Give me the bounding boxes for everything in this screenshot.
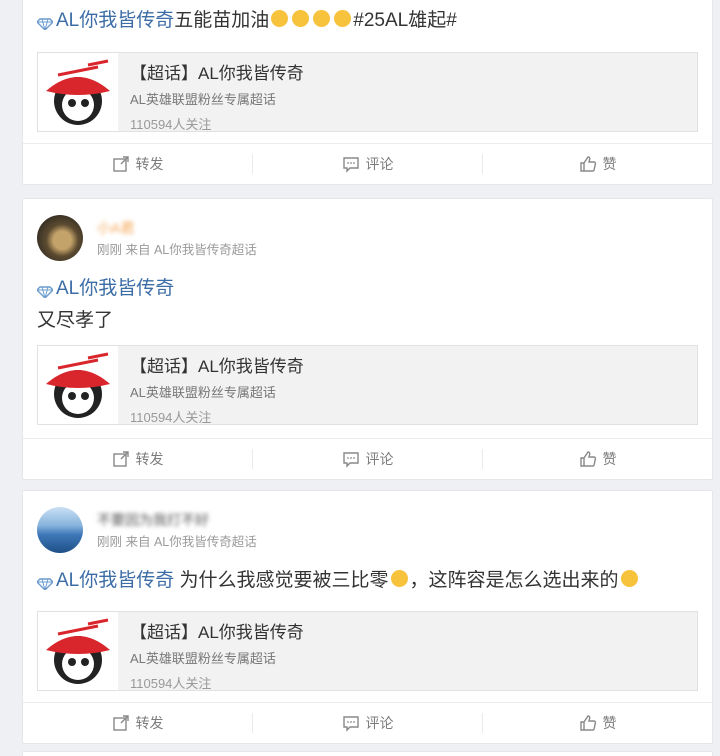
hashtag-link[interactable]: #25AL雄起# — [353, 10, 457, 31]
post-card — [22, 751, 713, 756]
post-body: AL你我皆传奇五能苗加油 #25AL雄起# 【超话】AL你我皆传奇 AL英雄联盟… — [23, 9, 712, 132]
panda-logo-icon — [46, 352, 110, 418]
panda-logo-icon — [46, 618, 110, 684]
post-text-content: 又尽孝了 — [37, 310, 114, 331]
like-label: 赞 — [602, 156, 617, 172]
post-text: AL你我皆传奇 又尽孝了 — [36, 277, 698, 333]
super-topic-fans: 110594人关注 — [130, 676, 212, 691]
comment-button[interactable]: 评论 — [253, 154, 483, 174]
comment-label: 评论 — [365, 451, 394, 467]
user-meta: 不要因为我打不好 刚刚 来自 AL你我皆传奇超话 — [97, 511, 257, 550]
super-topic-info: 【超话】AL你我皆传奇 AL英雄联盟粉丝专属超话 110594人关注 — [130, 622, 304, 692]
comment-button[interactable]: 评论 — [253, 713, 483, 733]
super-topic-card[interactable]: 【超话】AL你我皆传奇 AL英雄联盟粉丝专属超话 110594人关注 — [37, 611, 698, 691]
super-topic-logo — [38, 53, 118, 131]
comment-icon — [342, 716, 359, 732]
comment-label: 评论 — [365, 156, 394, 172]
super-topic-desc: AL英雄联盟粉丝专属超话 — [130, 92, 276, 107]
gem-icon — [36, 573, 54, 591]
super-topic-info: 【超话】AL你我皆传奇 AL英雄联盟粉丝专属超话 110594人关注 — [130, 356, 304, 426]
crying-emoji-icon — [334, 10, 352, 28]
repost-button[interactable]: 转发 — [23, 154, 253, 174]
post-text: AL你我皆传奇五能苗加油 #25AL雄起# — [36, 9, 698, 33]
post-body: 小A君 刚刚 来自 AL你我皆传奇超话 AL你我皆传奇 又尽孝了 【超话】AL你… — [23, 199, 712, 425]
super-topic-logo — [38, 612, 118, 690]
post-text: AL你我皆传奇 为什么我感觉要被三比零 ，这阵容是怎么选出来的 — [36, 569, 698, 593]
user-name[interactable]: 不要因为我打不好 — [97, 511, 257, 529]
topic-link[interactable]: AL你我皆传奇 — [56, 278, 174, 299]
thumbs-up-icon — [579, 715, 596, 731]
super-topic-title: 【超话】AL你我皆传奇 — [130, 623, 304, 642]
awkward-emoji-icon — [620, 570, 638, 588]
super-topic-desc: AL英雄联盟粉丝专属超话 — [130, 385, 276, 400]
comment-label: 评论 — [365, 715, 394, 731]
topic-link[interactable]: AL你我皆传奇 — [56, 10, 174, 31]
repost-icon — [112, 156, 129, 172]
post-card: 小A君 刚刚 来自 AL你我皆传奇超话 AL你我皆传奇 又尽孝了 【超话】AL你… — [22, 198, 713, 480]
repost-button[interactable]: 转发 — [23, 713, 253, 733]
post-body: 不要因为我打不好 刚刚 来自 AL你我皆传奇超话 AL你我皆传奇 为什么我感觉要… — [23, 491, 712, 691]
post-text-content: ，这阵容是怎么选出来的 — [409, 570, 619, 591]
crying-emoji-icon — [292, 10, 310, 28]
repost-icon — [112, 451, 129, 467]
super-topic-title: 【超话】AL你我皆传奇 — [130, 64, 304, 83]
action-bar: 转发 评论 赞 — [23, 702, 712, 743]
super-topic-fans: 110594人关注 — [130, 117, 212, 132]
super-topic-fans: 110594人关注 — [130, 410, 212, 425]
action-bar: 转发 评论 赞 — [23, 438, 712, 479]
avatar[interactable] — [37, 215, 83, 261]
thumbs-up-icon — [579, 451, 596, 467]
gem-icon — [36, 281, 54, 299]
avatar[interactable] — [37, 507, 83, 553]
user-name[interactable]: 小A君 — [97, 219, 257, 237]
panda-logo-icon — [46, 59, 110, 125]
post-card: AL你我皆传奇五能苗加油 #25AL雄起# 【超话】AL你我皆传奇 AL英雄联盟… — [22, 0, 713, 185]
comment-icon — [342, 452, 359, 468]
awkward-emoji-icon — [390, 570, 408, 588]
thumbs-up-icon — [579, 156, 596, 172]
like-label: 赞 — [602, 715, 617, 731]
repost-label: 转发 — [135, 715, 164, 731]
action-bar: 转发 评论 赞 — [23, 143, 712, 184]
gem-icon — [36, 13, 54, 31]
crying-emoji-icon — [313, 10, 331, 28]
like-button[interactable]: 赞 — [483, 449, 712, 469]
repost-button[interactable]: 转发 — [23, 449, 253, 469]
like-button[interactable]: 赞 — [483, 713, 712, 733]
feed: AL你我皆传奇五能苗加油 #25AL雄起# 【超话】AL你我皆传奇 AL英雄联盟… — [0, 0, 720, 756]
crying-emoji-icon — [271, 10, 289, 28]
super-topic-card[interactable]: 【超话】AL你我皆传奇 AL英雄联盟粉丝专属超话 110594人关注 — [37, 345, 698, 425]
super-topic-title: 【超话】AL你我皆传奇 — [130, 357, 304, 376]
comment-button[interactable]: 评论 — [253, 449, 483, 469]
like-label: 赞 — [602, 451, 617, 467]
post-user: 小A君 刚刚 来自 AL你我皆传奇超话 — [37, 199, 698, 263]
super-topic-desc: AL英雄联盟粉丝专属超话 — [130, 651, 276, 666]
post-card: 不要因为我打不好 刚刚 来自 AL你我皆传奇超话 AL你我皆传奇 为什么我感觉要… — [22, 490, 713, 744]
super-topic-card[interactable]: 【超话】AL你我皆传奇 AL英雄联盟粉丝专属超话 110594人关注 — [37, 52, 698, 132]
post-user: 不要因为我打不好 刚刚 来自 AL你我皆传奇超话 — [37, 491, 698, 555]
repost-label: 转发 — [135, 451, 164, 467]
repost-icon — [112, 715, 129, 731]
comment-icon — [342, 157, 359, 173]
post-text-content: 五能苗加油 — [174, 10, 270, 31]
user-meta: 小A君 刚刚 来自 AL你我皆传奇超话 — [97, 219, 257, 258]
super-topic-info: 【超话】AL你我皆传奇 AL英雄联盟粉丝专属超话 110594人关注 — [130, 63, 304, 133]
post-source: 刚刚 来自 AL你我皆传奇超话 — [97, 242, 257, 257]
post-text-content: 为什么我感觉要被三比零 — [174, 570, 389, 591]
like-button[interactable]: 赞 — [483, 154, 712, 174]
super-topic-logo — [38, 346, 118, 424]
post-source: 刚刚 来自 AL你我皆传奇超话 — [97, 534, 257, 549]
repost-label: 转发 — [135, 156, 164, 172]
topic-link[interactable]: AL你我皆传奇 — [56, 570, 174, 591]
